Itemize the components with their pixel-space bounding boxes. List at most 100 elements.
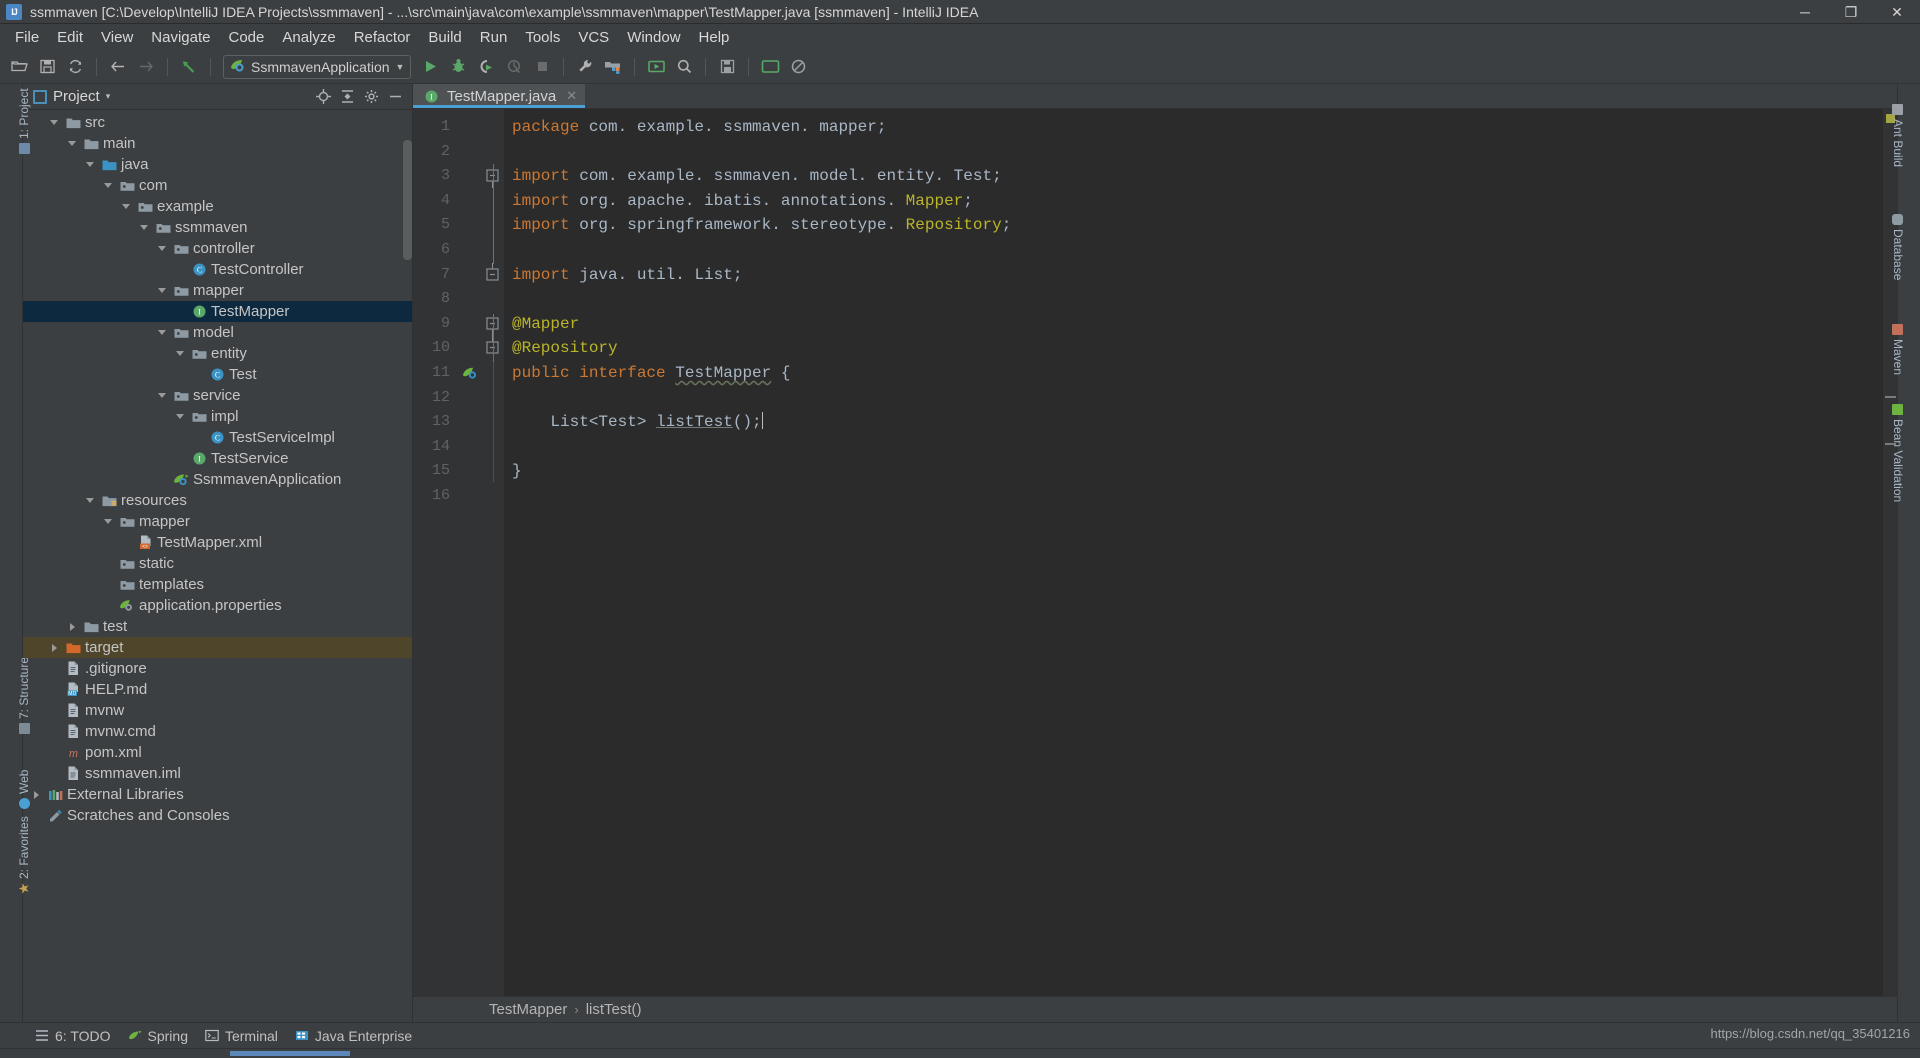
tree-item-testcontroller[interactable]: C TestController xyxy=(23,259,412,280)
settings-wrench-icon[interactable] xyxy=(572,54,598,80)
tree-item-impl[interactable]: impl xyxy=(23,406,412,427)
tree-item-com[interactable]: com xyxy=(23,175,412,196)
menu-item-view[interactable]: View xyxy=(92,26,142,49)
menu-item-edit[interactable]: Edit xyxy=(48,26,92,49)
menu-item-window[interactable]: Window xyxy=(618,26,689,49)
rail-tab-ant-build[interactable]: Ant Build xyxy=(1891,104,1905,167)
tree-item-scratches-and-consoles[interactable]: Scratches and Consoles xyxy=(23,805,412,826)
chevron-down-icon[interactable] xyxy=(155,246,169,251)
code-line[interactable]: package com. example. ssmmaven. mapper; xyxy=(512,115,1883,140)
tree-item-resources[interactable]: resources xyxy=(23,490,412,511)
tree-item-entity[interactable]: entity xyxy=(23,343,412,364)
menu-item-analyze[interactable]: Analyze xyxy=(273,26,344,49)
tree-item-application-properties[interactable]: application.properties xyxy=(23,595,412,616)
rail-tab-database[interactable]: Database xyxy=(1891,214,1905,280)
chevron-down-icon[interactable] xyxy=(101,183,115,188)
tree-item-testmapper-xml[interactable]: <> TestMapper.xml xyxy=(23,532,412,553)
gutter-icon-column[interactable] xyxy=(458,109,482,996)
close-button[interactable]: ✕ xyxy=(1874,0,1920,24)
code-line[interactable]: import org. apache. ibatis. annotations.… xyxy=(512,189,1883,214)
stripe-marker[interactable] xyxy=(1885,396,1896,398)
chevron-down-icon[interactable] xyxy=(173,414,187,419)
code-text-area[interactable]: package com. example. ssmmaven. mapper; i… xyxy=(504,109,1883,996)
code-line[interactable] xyxy=(512,140,1883,165)
sync-refresh-icon[interactable] xyxy=(62,54,88,80)
chevron-down-icon[interactable] xyxy=(47,120,61,125)
menu-item-help[interactable]: Help xyxy=(690,26,739,49)
open-folder-icon[interactable] xyxy=(6,54,32,80)
bottom-tab-spring[interactable]: Spring xyxy=(123,1028,200,1044)
chevron-right-icon[interactable] xyxy=(47,643,61,652)
chevron-down-icon[interactable] xyxy=(155,330,169,335)
code-line[interactable] xyxy=(512,484,1883,509)
spring-bean-icon[interactable] xyxy=(458,361,482,386)
tree-item-templates[interactable]: templates xyxy=(23,574,412,595)
maximize-button[interactable]: ❐ xyxy=(1828,0,1874,24)
debug-icon[interactable] xyxy=(445,54,471,80)
tree-item-main[interactable]: main xyxy=(23,133,412,154)
breadcrumb-item[interactable]: listTest() xyxy=(586,1001,642,1018)
run-with-coverage-icon[interactable] xyxy=(473,54,499,80)
tree-item-test[interactable]: C Test xyxy=(23,364,412,385)
tree-item-mvnw[interactable]: mvnw xyxy=(23,700,412,721)
menu-item-navigate[interactable]: Navigate xyxy=(142,26,219,49)
tree-item-help-md[interactable]: MD HELP.md xyxy=(23,679,412,700)
collapse-all-icon[interactable] xyxy=(338,88,356,106)
tree-item-src[interactable]: src xyxy=(23,112,412,133)
code-line[interactable] xyxy=(512,435,1883,460)
code-line[interactable] xyxy=(512,287,1883,312)
chevron-right-icon[interactable] xyxy=(65,622,79,631)
run-configuration-selector[interactable]: SsmmavenApplication ▼ xyxy=(223,54,412,79)
tree-item-controller[interactable]: controller xyxy=(23,238,412,259)
bottom-tab-terminal[interactable]: Terminal xyxy=(200,1028,290,1044)
minimize-button[interactable]: ─ xyxy=(1782,0,1828,24)
tree-item-java[interactable]: java xyxy=(23,154,412,175)
bottom-tab-6-todo[interactable]: 6: TODO xyxy=(30,1028,123,1044)
back-arrow-icon[interactable] xyxy=(105,54,131,80)
chevron-down-icon[interactable] xyxy=(173,351,187,356)
tree-item-mapper[interactable]: mapper xyxy=(23,280,412,301)
tree-item-testservice[interactable]: I TestService xyxy=(23,448,412,469)
chevron-down-icon[interactable] xyxy=(83,498,97,503)
hide-minimize-icon[interactable] xyxy=(386,88,404,106)
chevron-down-icon[interactable] xyxy=(155,288,169,293)
tree-item-ssmmaven[interactable]: ssmmaven xyxy=(23,217,412,238)
tree-item-service[interactable]: service xyxy=(23,385,412,406)
project-tree[interactable]: src main java com example ssmmaven controller C… xyxy=(23,110,412,1022)
tree-item-model[interactable]: model xyxy=(23,322,412,343)
rail-tab-maven[interactable]: Maven xyxy=(1891,324,1905,375)
menu-item-run[interactable]: Run xyxy=(471,26,517,49)
code-line[interactable]: public interface TestMapper { xyxy=(512,361,1883,386)
code-line[interactable] xyxy=(512,238,1883,263)
help-circle-icon[interactable] xyxy=(785,54,811,80)
chevron-right-icon[interactable] xyxy=(29,790,43,799)
project-structure-icon[interactable] xyxy=(600,54,626,80)
tree-item-testserviceimpl[interactable]: C TestServiceImpl xyxy=(23,427,412,448)
menu-item-file[interactable]: File xyxy=(6,26,48,49)
chevron-down-icon[interactable] xyxy=(137,225,151,230)
tree-item-mvnw-cmd[interactable]: mvnw.cmd xyxy=(23,721,412,742)
locate-target-icon[interactable] xyxy=(314,88,332,106)
tree-item-example[interactable]: example xyxy=(23,196,412,217)
bottom-tab-java-enterprise[interactable]: Java Enterprise xyxy=(290,1028,424,1044)
code-line[interactable]: import com. example. ssmmaven. model. en… xyxy=(512,164,1883,189)
tree-item-ssmmaven-iml[interactable]: ssmmaven.iml xyxy=(23,763,412,784)
chevron-down-icon[interactable] xyxy=(155,393,169,398)
tree-item-external-libraries[interactable]: External Libraries xyxy=(23,784,412,805)
tree-item-test[interactable]: test xyxy=(23,616,412,637)
update-app-icon[interactable] xyxy=(643,54,669,80)
close-icon[interactable]: ✕ xyxy=(566,88,577,104)
chevron-down-icon[interactable] xyxy=(65,141,79,146)
tree-item-target[interactable]: target xyxy=(23,637,412,658)
menu-item-refactor[interactable]: Refactor xyxy=(345,26,420,49)
project-scrollbar[interactable] xyxy=(403,140,412,260)
rail-tab-bean-validation[interactable]: Bean Validation xyxy=(1891,404,1905,502)
tree-item-pom-xml[interactable]: m pom.xml xyxy=(23,742,412,763)
chevron-down-icon[interactable] xyxy=(119,204,133,209)
search-everywhere-icon[interactable] xyxy=(671,54,697,80)
tree-item-mapper[interactable]: mapper xyxy=(23,511,412,532)
code-folding-column[interactable] xyxy=(482,109,504,996)
tree-item-static[interactable]: static xyxy=(23,553,412,574)
settings-gear-icon[interactable] xyxy=(362,88,380,106)
menu-item-vcs[interactable]: VCS xyxy=(569,26,618,49)
